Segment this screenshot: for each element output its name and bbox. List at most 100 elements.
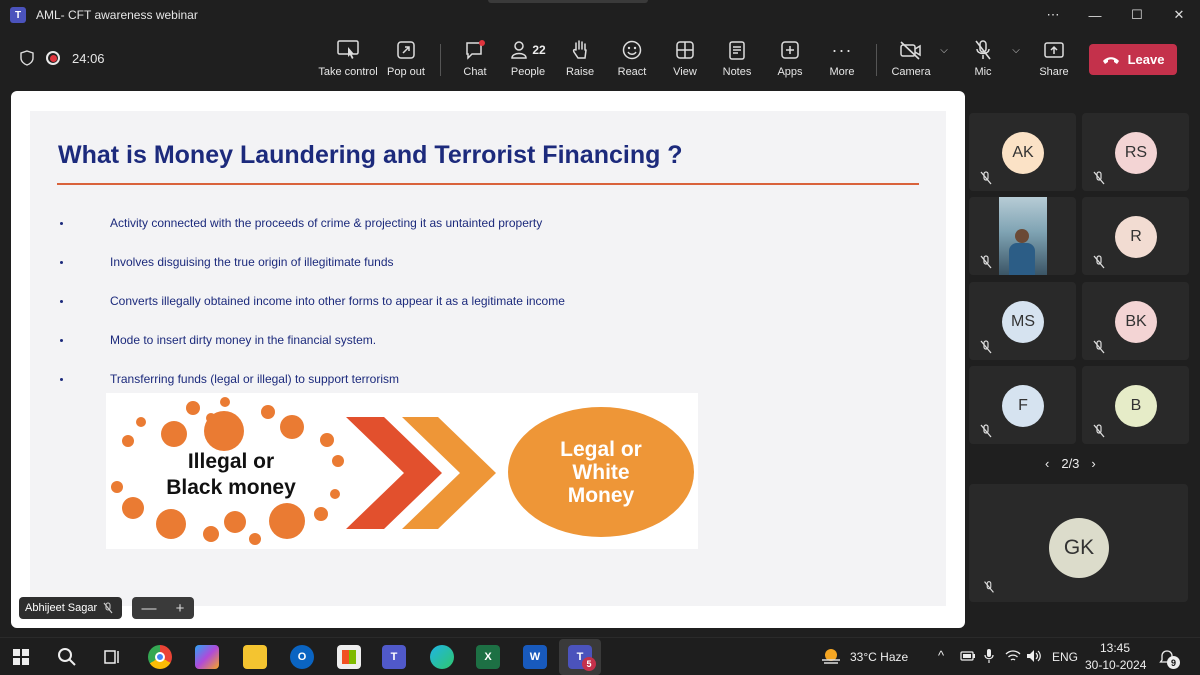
orange-dot xyxy=(320,433,334,447)
orange-dot xyxy=(156,509,186,539)
orange-dot xyxy=(204,411,244,451)
react-smiley-icon xyxy=(622,40,642,60)
participant-tile[interactable]: MS xyxy=(969,282,1076,360)
more-dots-icon: ··· xyxy=(831,39,853,60)
minimize-icon[interactable]: — xyxy=(1074,0,1116,30)
chrome-icon[interactable] xyxy=(148,645,172,669)
notes-button[interactable]: Notes xyxy=(708,38,766,84)
apps-add-icon xyxy=(781,41,799,59)
chat-icon xyxy=(466,40,485,60)
weather-haze-icon xyxy=(822,649,840,664)
participant-video xyxy=(999,197,1047,275)
clock-time[interactable]: 13:45 xyxy=(1100,641,1130,655)
camera-options-chevron[interactable]: ⌵ xyxy=(933,38,955,84)
raise-hand-button[interactable]: Raise xyxy=(551,38,609,84)
mic-off-icon xyxy=(1093,424,1105,438)
person-head xyxy=(1015,229,1029,243)
pop-out-button[interactable]: Pop out xyxy=(377,38,435,84)
chevron-left-icon[interactable]: ‹ xyxy=(1045,456,1049,471)
chevron-down-icon: ⌵ xyxy=(1012,44,1020,56)
leave-button[interactable]: Leave xyxy=(1089,44,1177,75)
orange-dot xyxy=(314,507,328,521)
mic-off-icon xyxy=(980,171,992,185)
edge-icon[interactable] xyxy=(430,645,454,669)
toolbar-divider xyxy=(440,44,441,76)
teams-classic-icon[interactable]: T xyxy=(382,645,406,669)
participant-tile[interactable]: BK xyxy=(1082,282,1189,360)
bullet-dot xyxy=(60,339,63,342)
file-explorer-icon[interactable] xyxy=(243,645,267,669)
money-conversion-graphic: Illegal or Black money Legal or White Mo… xyxy=(106,393,698,549)
view-grid-icon xyxy=(676,41,694,59)
share-button[interactable]: Share xyxy=(1025,38,1083,84)
avatar: RS xyxy=(1115,132,1157,174)
search-icon[interactable] xyxy=(57,647,77,667)
close-icon[interactable]: ✕ xyxy=(1158,0,1200,30)
battery-icon[interactable] xyxy=(960,651,976,661)
orange-dot xyxy=(261,405,275,419)
mic-options-chevron[interactable]: ⌵ xyxy=(1005,38,1027,84)
word-icon[interactable]: W xyxy=(523,645,547,669)
self-video-tile[interactable]: GK xyxy=(969,484,1188,602)
view-button[interactable]: View xyxy=(656,38,714,84)
window-title: AML- CFT awareness webinar xyxy=(36,8,198,22)
more-button[interactable]: ··· More xyxy=(813,38,871,84)
mic-button[interactable]: Mic xyxy=(954,38,1012,84)
title-bar: T AML- CFT awareness webinar ⋯ — ☐ ✕ xyxy=(0,0,1200,30)
zoom-in-button[interactable]: + xyxy=(176,600,185,617)
microsoft-store-icon[interactable] xyxy=(337,645,361,669)
apps-button[interactable]: Apps xyxy=(761,38,819,84)
weather-text[interactable]: 33°C Haze xyxy=(850,650,908,664)
teams-active-tile[interactable]: T 5 xyxy=(559,639,601,675)
wifi-icon[interactable] xyxy=(1005,649,1021,663)
notification-count-badge: 9 xyxy=(1167,656,1180,669)
meeting-toolbar: 24:06 Take control Pop out Chat 22 Peopl… xyxy=(0,30,1200,88)
avatar: AK xyxy=(1002,132,1044,174)
maximize-icon[interactable]: ☐ xyxy=(1116,0,1158,30)
outlook-icon[interactable]: O xyxy=(290,645,314,669)
mic-in-use-icon[interactable] xyxy=(983,648,995,664)
toolbar-divider xyxy=(876,44,877,76)
participant-tile[interactable]: F xyxy=(969,366,1076,444)
camera-button[interactable]: Camera xyxy=(882,38,940,84)
participant-tile[interactable]: B xyxy=(1082,366,1189,444)
avatar: B xyxy=(1115,385,1157,427)
clock-date[interactable]: 30-10-2024 xyxy=(1085,658,1146,672)
participant-tile[interactable] xyxy=(969,197,1076,275)
more-options-icon[interactable]: ⋯ xyxy=(1032,0,1074,30)
teams-notification-badge: 5 xyxy=(582,657,596,671)
orange-dot xyxy=(280,415,304,439)
participant-tile[interactable]: R xyxy=(1082,197,1189,275)
windows-start-icon[interactable] xyxy=(13,649,29,665)
legal-money-circle: Legal or White Money xyxy=(508,407,694,537)
share-icon xyxy=(1044,42,1064,58)
orange-dot xyxy=(161,421,187,447)
bullet-dot xyxy=(60,378,63,381)
participant-tile[interactable]: AK xyxy=(969,113,1076,191)
mic-off-icon xyxy=(980,424,992,438)
mic-off-icon xyxy=(1093,171,1105,185)
slide-title: What is Money Laundering and Terrorist F… xyxy=(58,141,683,169)
input-language[interactable]: ENG xyxy=(1052,650,1078,664)
react-button[interactable]: React xyxy=(603,38,661,84)
recording-icon xyxy=(46,51,60,65)
avatar: MS xyxy=(1002,301,1044,343)
people-button[interactable]: 22 People xyxy=(499,38,557,84)
task-view-icon[interactable] xyxy=(103,648,121,666)
person-body xyxy=(1009,243,1035,275)
orange-dot xyxy=(249,533,261,545)
volume-icon[interactable] xyxy=(1026,649,1042,663)
raise-hand-icon xyxy=(572,40,587,59)
tray-overflow-chevron-icon[interactable]: ^ xyxy=(938,648,944,663)
copilot-icon[interactable] xyxy=(195,645,219,669)
bullet-dot xyxy=(60,300,63,303)
excel-icon[interactable]: X xyxy=(476,645,500,669)
zoom-out-button[interactable]: — xyxy=(142,600,157,617)
chat-button[interactable]: Chat xyxy=(446,38,504,84)
meeting-timer: 24:06 xyxy=(20,50,105,66)
orange-dot xyxy=(186,401,200,415)
take-control-button[interactable]: Take control xyxy=(318,38,378,84)
title-accent xyxy=(488,0,648,3)
participant-tile[interactable]: RS xyxy=(1082,113,1189,191)
chevron-right-icon[interactable]: › xyxy=(1091,456,1095,471)
